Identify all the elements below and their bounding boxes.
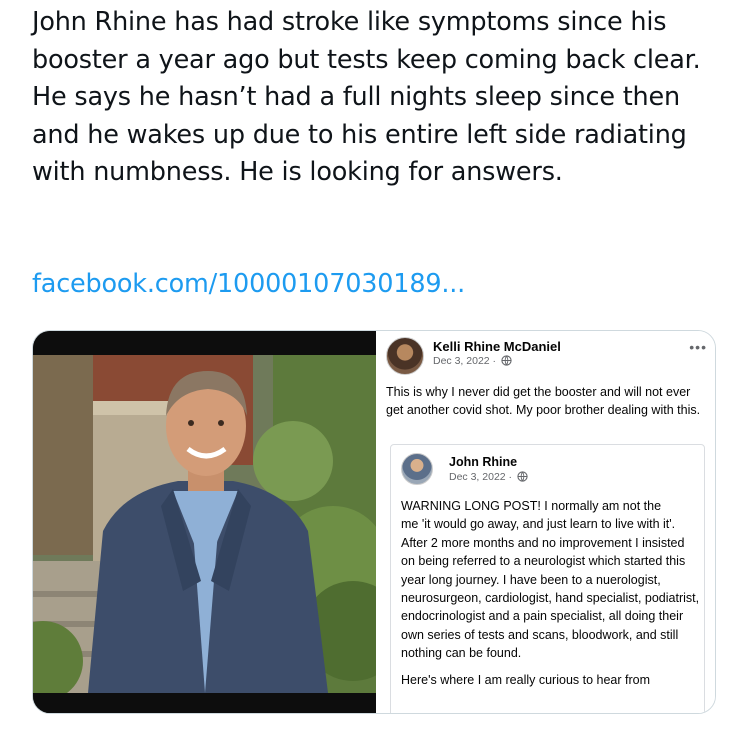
more-horizontal-icon[interactable]: •••	[689, 339, 707, 355]
man-photo[interactable]	[33, 331, 376, 713]
shared-post: John Rhine Dec 3, 2022 · WARNING LONG PO…	[390, 444, 705, 713]
shared-post-paragraph: me 'it would go away, and just learn to …	[401, 517, 700, 661]
shared-author-name: John Rhine	[449, 455, 518, 469]
post-author-name: Kelli Rhine McDaniel	[433, 339, 561, 354]
author-avatar	[386, 337, 424, 375]
globe-icon	[517, 471, 528, 485]
tweet-text: John Rhine has had stroke like symptoms …	[32, 7, 701, 187]
post-date: Dec 3, 2022 ·	[433, 355, 497, 367]
shared-post-meta: Dec 3, 2022 ·	[449, 471, 528, 485]
facebook-post-screenshot: Kelli Rhine McDaniel Dec 3, 2022 · ••• T…	[376, 331, 715, 713]
globe-icon	[501, 355, 512, 369]
man-photo-illustration	[33, 331, 376, 713]
media-card[interactable]: Kelli Rhine McDaniel Dec 3, 2022 · ••• T…	[32, 330, 716, 714]
shared-post-paragraph: Here's where I am really curious to hear…	[401, 672, 651, 687]
shared-post-paragraph: WARNING LONG POST! I normally am not the	[401, 499, 662, 513]
tweet-link[interactable]: facebook.com/10000107030189...	[32, 266, 465, 303]
shared-author-avatar	[401, 453, 433, 485]
post-meta: Dec 3, 2022 ·	[433, 355, 512, 369]
shared-post-body: WARNING LONG POST! I normally am not the…	[401, 497, 701, 689]
post-body: This is why I never did get the booster …	[386, 385, 701, 417]
shared-post-date: Dec 3, 2022 ·	[449, 471, 513, 483]
